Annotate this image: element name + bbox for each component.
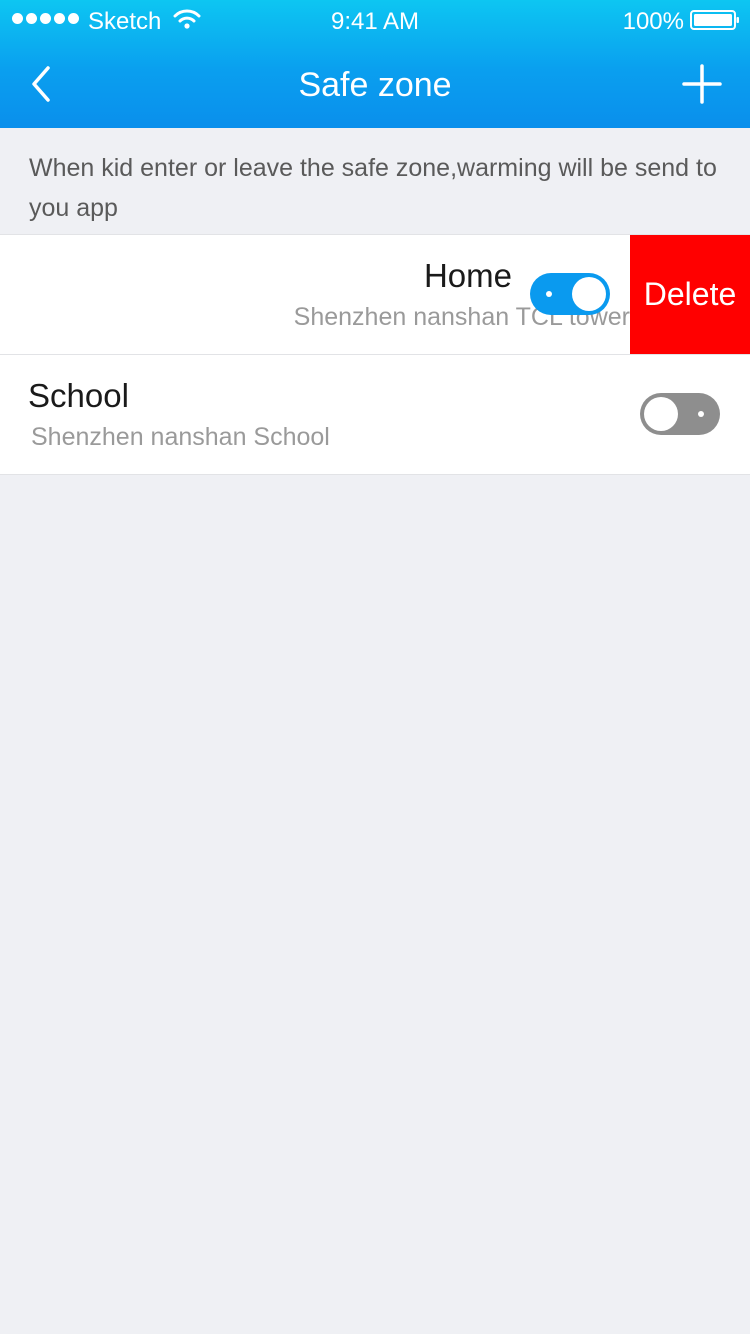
battery-percent: 100% [622, 8, 684, 35]
battery-icon [690, 10, 739, 30]
page-title: Safe zone [298, 66, 452, 104]
zone-row-content[interactable]: School Shenzhen nanshan School [0, 355, 750, 474]
zone-address: Shenzhen nanshan School [31, 423, 330, 451]
zone-list: Home Shenzhen nanshan TCL tower Delete S… [0, 234, 750, 475]
zone-row-home[interactable]: Home Shenzhen nanshan TCL tower Delete [0, 235, 750, 355]
zone-toggle[interactable] [640, 393, 720, 435]
status-bar: Sketch 9:41 AM 100% [0, 0, 750, 40]
add-zone-button[interactable] [682, 64, 722, 104]
notice-text: When kid enter or leave the safe zone,wa… [29, 154, 717, 222]
navigation-bar: Safe zone [0, 40, 750, 128]
zone-row-school[interactable]: School Shenzhen nanshan School [0, 355, 750, 475]
zone-name: Home [423, 257, 512, 294]
zone-toggle[interactable] [530, 273, 610, 315]
delete-button[interactable]: Delete [630, 235, 750, 354]
plus-icon [682, 64, 722, 104]
app-header: Sketch 9:41 AM 100% Safe zone [0, 0, 750, 128]
zone-name: School [28, 377, 129, 414]
